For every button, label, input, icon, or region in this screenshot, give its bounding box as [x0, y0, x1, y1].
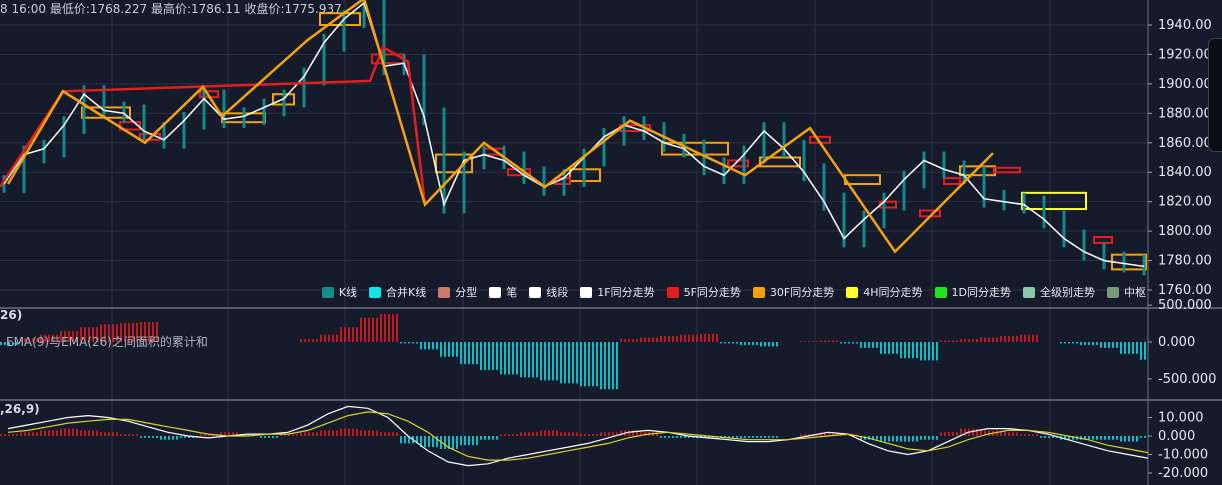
legend-label: 笔 — [506, 286, 518, 299]
area-bars — [0, 313, 1146, 390]
legend-label: 5F同分走势 — [683, 286, 741, 299]
price-tick-label: 1900.00 — [1158, 77, 1212, 92]
price-tick-label: 1940.00 — [1158, 18, 1212, 33]
legend-swatch — [934, 286, 947, 298]
center-30f-box — [844, 174, 881, 186]
legend-swatch — [489, 286, 502, 298]
price-tick-label: 1760.00 — [1158, 283, 1212, 298]
legend-item[interactable]: 1F同分走势 — [580, 284, 655, 300]
price-tick-label: 1840.00 — [1158, 165, 1212, 180]
chart-canvas: 1940.00 1920.00 1900.00 1880.00 1860.00 1840.… — [0, 0, 1222, 485]
price-tick-label: 1920.00 — [1158, 47, 1212, 62]
macd-tick-label: -20.000 — [1158, 466, 1208, 481]
price-tick-label: 1880.00 — [1158, 106, 1212, 121]
price-tick-label: 1800.00 — [1158, 224, 1212, 239]
legend-swatch — [529, 286, 542, 298]
area-indicator-title: 26) — [0, 308, 23, 322]
legend-swatch — [1107, 286, 1119, 298]
center-30f-box — [435, 153, 473, 174]
legend-item[interactable]: 中枢 — [1107, 284, 1146, 300]
legend-swatch — [1023, 286, 1035, 298]
area-tick-label: -500.000 — [1158, 372, 1216, 387]
legend-label: 30F同分走势 — [769, 286, 835, 299]
price-tick-label: 1820.00 — [1158, 195, 1212, 210]
legend-swatch — [846, 286, 859, 298]
grid-lines — [0, 0, 1222, 485]
legend-label: 1D同分走势 — [951, 286, 1011, 299]
legend-swatch — [752, 286, 765, 298]
legend-label: K线 — [338, 286, 358, 299]
legend-label: 分型 — [455, 286, 478, 299]
legend-label: 线段 — [546, 286, 569, 299]
legend-item[interactable]: 线段 — [529, 284, 568, 300]
legend-label: 合并K线 — [386, 286, 427, 299]
legend-label: 1F同分走势 — [597, 286, 655, 299]
center-5f-box — [943, 177, 961, 186]
legend-item[interactable]: 1D同分走势 — [934, 284, 1011, 300]
legend-swatch — [580, 286, 593, 298]
legend-item[interactable]: 全级别走势 — [1023, 284, 1095, 300]
legend-swatch — [666, 286, 679, 298]
area-tick-label: 0.000 — [1158, 335, 1195, 350]
legend-item[interactable]: 30F同分走势 — [752, 284, 835, 300]
price-tick-label: 1860.00 — [1158, 136, 1212, 151]
legend-item[interactable]: 分型 — [438, 284, 477, 300]
merged-kline-line — [3, 1, 1145, 268]
center-5f-box — [1093, 236, 1113, 244]
legend-label: 中枢 — [1124, 286, 1146, 299]
y-axes: 1940.00 1920.00 1900.00 1880.00 1860.00 1840.… — [1148, 18, 1216, 481]
price-info-text: 8 16:00 最低价:1768.227 最高价:1786.11 收盘价:177… — [0, 2, 342, 16]
legend-swatch — [438, 286, 451, 298]
area-tick-label: 500.000 — [1158, 298, 1212, 313]
side-panel-toggle[interactable] — [1208, 38, 1222, 152]
legend-item[interactable]: 4H同分走势 — [846, 284, 923, 300]
price-lines — [0, 0, 1146, 276]
legend-label: 全级别走势 — [1040, 286, 1095, 299]
legend-label: 4H同分走势 — [863, 286, 923, 299]
macd-indicator-title: ,26,9) — [0, 402, 40, 416]
legend: K线 合并K线 分型 笔 线段 1F同分走势 5F同分走势 30F同分走势 4H同分走势 1D同分… — [321, 284, 1146, 300]
area-indicator-desc: EMA(9)与EMA(26)之间面积的累计和 — [6, 335, 208, 349]
legend-swatch — [369, 286, 382, 298]
legend-item[interactable]: 笔 — [489, 284, 517, 300]
legend-item[interactable]: K线 — [321, 284, 358, 300]
macd-tick-label: 0.000 — [1158, 429, 1195, 444]
price-tick-label: 1780.00 — [1158, 254, 1212, 269]
legend-swatch — [321, 286, 334, 298]
legend-item[interactable]: 5F同分走势 — [666, 284, 741, 300]
macd-tick-label: 10.000 — [1158, 411, 1204, 426]
center-5f-box — [993, 166, 1021, 174]
legend-item[interactable]: 合并K线 — [369, 284, 426, 300]
macd-tick-label: -10.000 — [1158, 448, 1208, 463]
center-4h-box — [1021, 191, 1087, 211]
